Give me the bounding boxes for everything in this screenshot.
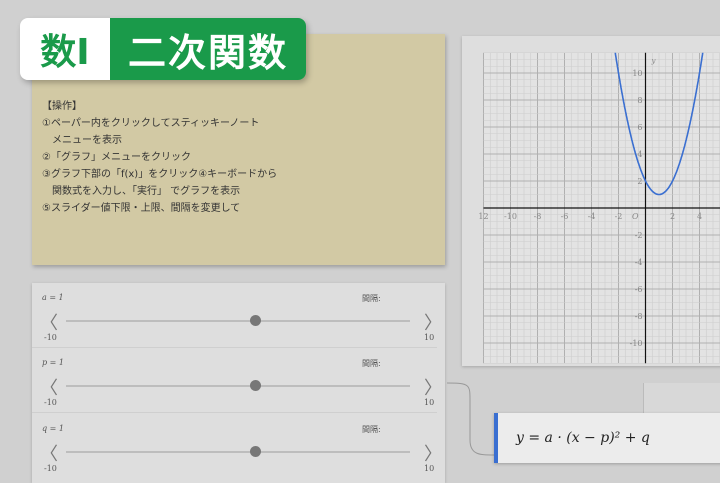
- instruction-line: メニューを表示: [42, 132, 122, 149]
- chevron-left-icon[interactable]: 〈: [40, 309, 58, 335]
- x-tick-label: -2: [615, 212, 623, 221]
- slider-label: a = 1: [42, 293, 64, 302]
- slider-max: 10: [424, 333, 434, 342]
- formula-text: y = a · (x − p)² + q: [516, 430, 650, 446]
- connector-line: [446, 378, 496, 460]
- slider-max: 10: [424, 398, 434, 407]
- slider-min: -10: [44, 398, 57, 407]
- instruction-line: 【操作】: [42, 98, 82, 115]
- y-tick-label: -6: [635, 285, 643, 294]
- instruction-line: ③グラフ下部の「f(x)」をクリック④キーボードから: [42, 166, 277, 183]
- slider-row-p: p = 1 間隔: 〈 〉 -10 10: [32, 348, 445, 413]
- step-label: 間隔:: [362, 293, 381, 304]
- slider-panel: a = 1 間隔: 〈 〉 -10 10 p = 1 間隔: 〈 〉 -10 1…: [32, 283, 445, 483]
- topic-label: 二次関数: [110, 18, 306, 80]
- chevron-left-icon[interactable]: 〈: [40, 374, 58, 400]
- instruction-line: ②「グラフ」メニューをクリック: [42, 149, 191, 166]
- y-tick-label: 4: [637, 150, 642, 159]
- subject-label: 数Ⅰ: [20, 18, 110, 80]
- slider-row-a: a = 1 間隔: 〈 〉 -10 10: [32, 283, 445, 348]
- x-tick-label: 4: [697, 212, 702, 221]
- step-label: 間隔:: [362, 358, 381, 369]
- step-label: 間隔:: [362, 424, 381, 435]
- x-tick-label: -8: [534, 212, 542, 221]
- instruction-line: 関数式を入力し、「実行」 でグラフを表示: [42, 183, 240, 200]
- divider: [32, 412, 437, 413]
- x-tick-label: 2: [670, 212, 675, 221]
- slider-knob[interactable]: [250, 315, 261, 326]
- slider-row-q: q = 1 間隔: 〈 〉 -10 10: [32, 414, 445, 479]
- y-tick-label: -4: [635, 258, 643, 267]
- slider-track[interactable]: [66, 320, 410, 322]
- graph-toolbar-panel: [643, 383, 720, 413]
- x-tick-label: 12: [478, 212, 488, 221]
- y-tick-label: -2: [635, 231, 643, 240]
- slider-label: q = 1: [42, 424, 64, 433]
- slider-track[interactable]: [66, 385, 410, 387]
- instruction-line: ⑤スライダー値下限・上限、間隔を変更して: [42, 200, 240, 217]
- chevron-left-icon[interactable]: 〈: [40, 440, 58, 466]
- x-tick-label: -6: [561, 212, 569, 221]
- origin-label: O: [632, 212, 639, 221]
- slider-min: -10: [44, 333, 57, 342]
- chevron-right-icon[interactable]: 〉: [424, 374, 442, 400]
- slider-min: -10: [44, 464, 57, 473]
- x-tick-label: -4: [588, 212, 596, 221]
- sticky-note-text: 【操作】 ①ペーパー内をクリックしてスティッキーノート メニューを表示 ②「グラ…: [42, 98, 437, 217]
- y-tick-label: -10: [630, 339, 643, 348]
- slider-knob[interactable]: [250, 446, 261, 457]
- chevron-right-icon[interactable]: 〉: [424, 309, 442, 335]
- instruction-line: ①ペーパー内をクリックしてスティッキーノート: [42, 115, 259, 132]
- y-tick-label: 8: [637, 96, 642, 105]
- y-tick-label: 2: [637, 177, 642, 186]
- title-badge: 数Ⅰ 二次関数: [20, 18, 306, 80]
- y-tick-label: 6: [637, 123, 642, 132]
- y-tick-label: -8: [635, 312, 643, 321]
- y-tick-label: 10: [632, 69, 642, 78]
- slider-knob[interactable]: [250, 380, 261, 391]
- slider-track[interactable]: [66, 451, 410, 453]
- graph-plot[interactable]: 12-10-8-6-4-224108642-2-4-6-8-10Oy: [462, 36, 720, 366]
- slider-max: 10: [424, 464, 434, 473]
- x-tick-label: -10: [504, 212, 517, 221]
- chevron-right-icon[interactable]: 〉: [424, 440, 442, 466]
- graph-card[interactable]: 12-10-8-6-4-224108642-2-4-6-8-10Oy: [462, 36, 720, 366]
- function-formula[interactable]: y = a · (x − p)² + q: [494, 413, 720, 463]
- slider-label: p = 1: [42, 358, 64, 367]
